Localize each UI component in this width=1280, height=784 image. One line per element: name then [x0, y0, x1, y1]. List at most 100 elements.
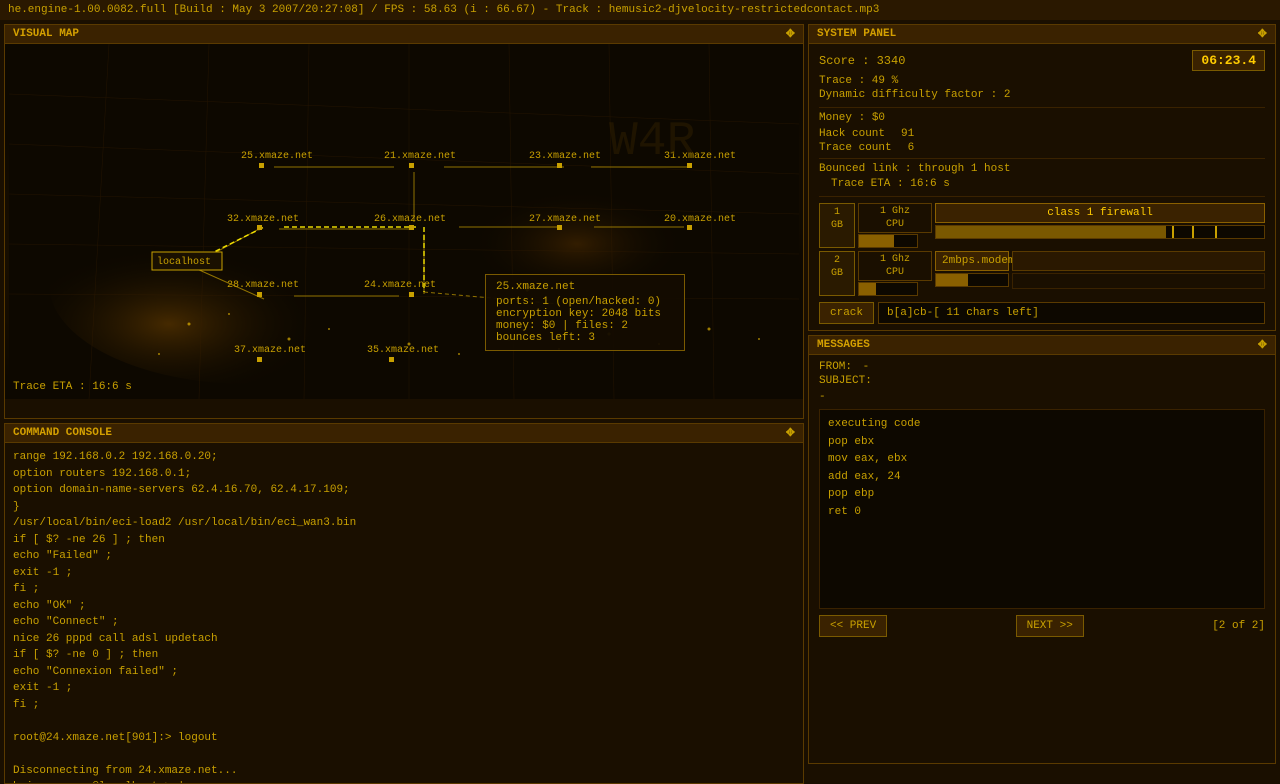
- msg-line: mov eax, ebx: [828, 451, 1256, 469]
- svg-text:37.xmaze.net: 37.xmaze.net: [234, 345, 306, 356]
- console-line: echo "Connect" ;: [13, 614, 795, 631]
- cpu2-area: 1 GhzCPU: [858, 251, 932, 296]
- svg-text:25.xmaze.net: 25.xmaze.net: [241, 151, 313, 162]
- svg-text:28.xmaze.net: 28.xmaze.net: [227, 280, 299, 291]
- msg-line: ret 0: [828, 504, 1256, 522]
- console-icon: ✥: [786, 426, 795, 440]
- tooltip-title: 25.xmaze.net: [496, 281, 674, 293]
- svg-text:35.xmaze.net: 35.xmaze.net: [367, 345, 439, 356]
- money-label: Money: [819, 112, 852, 124]
- ram2-box: 2GB: [819, 251, 855, 296]
- svg-text:localhost: localhost: [157, 256, 211, 268]
- next-button[interactable]: NEXT >>: [1016, 615, 1084, 637]
- map-trace-eta: Trace ETA : 16:6 s: [13, 381, 132, 393]
- cpu2-bar: [858, 282, 918, 296]
- console-line: fi ;: [13, 697, 795, 714]
- tooltip-money: money: $0 | files: 2: [496, 320, 674, 332]
- console-line: exit -1 ;: [13, 565, 795, 582]
- visual-map-icon: ✥: [786, 27, 795, 41]
- subject-value: -: [819, 391, 826, 403]
- crack-input[interactable]: [878, 302, 1265, 324]
- console-line: echo "OK" ;: [13, 598, 795, 615]
- title-text: he.engine-1.00.0082.full [Build : May 3 …: [8, 4, 879, 16]
- svg-text:24.xmaze.net: 24.xmaze.net: [364, 280, 436, 291]
- svg-text:32.xmaze.net: 32.xmaze.net: [227, 214, 299, 225]
- svg-text:23.xmaze.net: 23.xmaze.net: [529, 151, 601, 162]
- console-line: range 192.168.0.2 192.168.0.20;: [13, 449, 795, 466]
- messages-icon: ✥: [1258, 338, 1267, 352]
- crack-button[interactable]: crack: [819, 302, 874, 324]
- console-line: /usr/local/bin/eci-load2 /usr/local/bin/…: [13, 515, 795, 532]
- dark-slot-area: [1012, 251, 1265, 296]
- console-line: fi ;: [13, 581, 795, 598]
- console-line: brianspencer@localhost:> |: [13, 779, 795, 783]
- firewall-area: class 1 firewall: [935, 203, 1265, 248]
- svg-text:W4R: W4R: [609, 115, 695, 169]
- svg-text:26.xmaze.net: 26.xmaze.net: [374, 214, 446, 225]
- msg-line: pop ebp: [828, 486, 1256, 504]
- console-title: COMMAND CONSOLE: [13, 427, 112, 439]
- from-label: FROM:: [819, 361, 852, 373]
- trace-count-value: 6: [908, 142, 915, 154]
- system-panel: SYSTEM PANEL ✥ Score : 3340 06:23.4 Trac…: [808, 24, 1276, 331]
- cpu1-area: 1 GhzCPU: [858, 203, 932, 248]
- money-colon: :: [859, 112, 872, 124]
- visual-map-content[interactable]: localhost 25.xmaze.net 21.xmaze.net 23.x…: [5, 44, 803, 399]
- trace-eta-system: Trace ETA : 16:6 s: [819, 178, 1265, 190]
- console-header: COMMAND CONSOLE ✥: [5, 424, 803, 443]
- console-line: echo "Failed" ;: [13, 548, 795, 565]
- money-value: $0: [872, 112, 885, 124]
- svg-text:21.xmaze.net: 21.xmaze.net: [384, 151, 456, 162]
- system-panel-icon: ✥: [1258, 27, 1267, 41]
- console-line: [13, 746, 795, 763]
- command-console-panel: COMMAND CONSOLE ✥ range 192.168.0.2 192.…: [4, 423, 804, 784]
- cpu1-bar: [858, 234, 918, 248]
- modem-area: 2mbps.modem: [935, 251, 1009, 296]
- timer: 06:23.4: [1192, 50, 1265, 71]
- bounced-label: Bounced link : through 1 host: [819, 163, 1265, 175]
- console-line: Disconnecting from 24.xmaze.net...: [13, 763, 795, 780]
- console-line: echo "Connexion failed" ;: [13, 664, 795, 681]
- ram1-box: 1GB: [819, 203, 855, 248]
- firewall-bar: [935, 225, 1265, 239]
- visual-map-title: VISUAL MAP: [13, 28, 79, 40]
- messages-body: executing code pop ebx mov eax, ebx add …: [819, 409, 1265, 609]
- messages-panel: MESSAGES ✥ FROM: - SUBJECT: - executing …: [808, 335, 1276, 764]
- console-line: nice 26 pppd call adsl updetach: [13, 631, 795, 648]
- subject-label: SUBJECT:: [819, 375, 872, 387]
- trace-count-label: Trace count: [819, 142, 892, 154]
- messages-nav: << PREV NEXT >> [2 of 2]: [819, 615, 1265, 637]
- dark-slot: [1012, 251, 1265, 271]
- firewall-label: class 1 firewall: [935, 203, 1265, 223]
- console-line: }: [13, 499, 795, 516]
- tooltip-ports: ports: 1 (open/hacked: 0): [496, 296, 674, 308]
- prev-button[interactable]: << PREV: [819, 615, 887, 637]
- console-line: exit -1 ;: [13, 680, 795, 697]
- messages-header: MESSAGES ✥: [809, 336, 1275, 355]
- console-content[interactable]: range 192.168.0.2 192.168.0.20; option r…: [5, 443, 803, 783]
- score-label: Score : 3340: [819, 54, 905, 68]
- node-tooltip: 25.xmaze.net ports: 1 (open/hacked: 0) e…: [485, 274, 685, 351]
- console-line: option routers 192.168.0.1;: [13, 466, 795, 483]
- msg-line: executing code: [828, 416, 1256, 434]
- trace-label: Trace : 49 %: [819, 75, 1265, 87]
- hack-count-value: 91: [901, 128, 914, 140]
- from-value: -: [863, 361, 870, 373]
- tooltip-bounces: bounces left: 3: [496, 332, 674, 344]
- console-line: root@24.xmaze.net[901]:> logout: [13, 730, 795, 747]
- messages-title: MESSAGES: [817, 339, 870, 351]
- console-line: if [ $? -ne 0 ] ; then: [13, 647, 795, 664]
- tooltip-encryption: encryption key: 2048 bits: [496, 308, 674, 320]
- crack-row: crack: [819, 302, 1265, 324]
- modem-label: 2mbps.modem: [935, 251, 1009, 271]
- msg-line: pop ebx: [828, 434, 1256, 452]
- dark-slot-bar: [1012, 273, 1265, 289]
- hack-count-label: Hack count: [819, 128, 885, 140]
- title-bar: he.engine-1.00.0082.full [Build : May 3 …: [0, 0, 1280, 20]
- page-info: [2 of 2]: [1212, 620, 1265, 632]
- visual-map-panel: VISUAL MAP ✥: [4, 24, 804, 419]
- console-line: if [ $? -ne 26 ] ; then: [13, 532, 795, 549]
- msg-line: add eax, 24: [828, 469, 1256, 487]
- visual-map-header: VISUAL MAP ✥: [5, 25, 803, 44]
- system-panel-title: SYSTEM PANEL: [817, 28, 896, 40]
